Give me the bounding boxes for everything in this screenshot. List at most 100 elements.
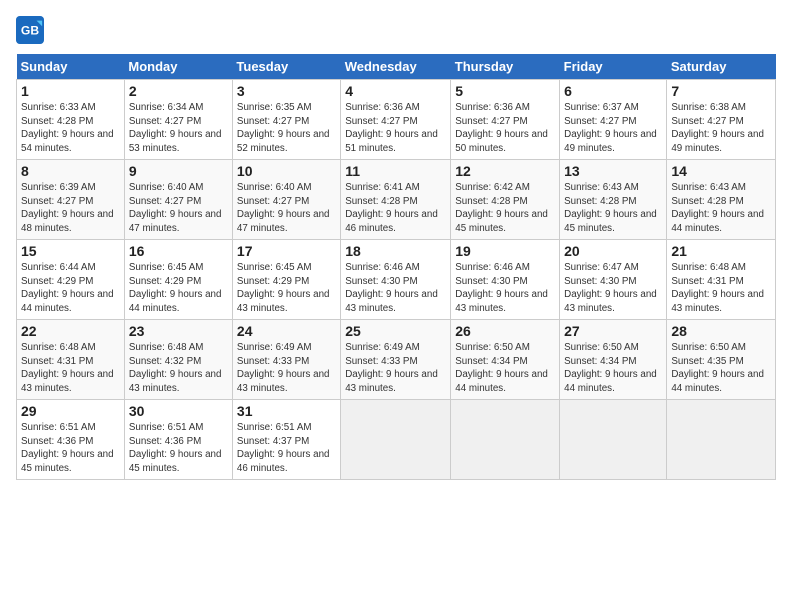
day-number: 12 — [455, 163, 555, 179]
day-info: Sunrise: 6:40 AMSunset: 4:27 PMDaylight:… — [237, 181, 336, 236]
day-info: Sunrise: 6:50 AMSunset: 4:35 PMDaylight:… — [671, 341, 771, 396]
week-row-1: 1 Sunrise: 6:33 AMSunset: 4:28 PMDayligh… — [17, 80, 776, 160]
svg-text:GB: GB — [21, 24, 39, 38]
day-number: 15 — [21, 243, 120, 259]
calendar-cell: 14 Sunrise: 6:43 AMSunset: 4:28 PMDaylig… — [667, 160, 776, 240]
calendar-cell — [560, 400, 667, 480]
day-info: Sunrise: 6:50 AMSunset: 4:34 PMDaylight:… — [564, 341, 662, 396]
day-number: 10 — [237, 163, 336, 179]
day-number: 29 — [21, 403, 120, 419]
day-number: 9 — [129, 163, 228, 179]
day-info: Sunrise: 6:39 AMSunset: 4:27 PMDaylight:… — [21, 181, 120, 236]
calendar-cell — [667, 400, 776, 480]
calendar-cell: 11 Sunrise: 6:41 AMSunset: 4:28 PMDaylig… — [341, 160, 451, 240]
day-number: 21 — [671, 243, 771, 259]
day-info: Sunrise: 6:46 AMSunset: 4:30 PMDaylight:… — [345, 261, 446, 316]
calendar-cell: 17 Sunrise: 6:45 AMSunset: 4:29 PMDaylig… — [232, 240, 340, 320]
day-number: 27 — [564, 323, 662, 339]
weekday-header-row: SundayMondayTuesdayWednesdayThursdayFrid… — [17, 54, 776, 80]
day-info: Sunrise: 6:49 AMSunset: 4:33 PMDaylight:… — [345, 341, 446, 396]
day-info: Sunrise: 6:48 AMSunset: 4:31 PMDaylight:… — [21, 341, 120, 396]
calendar-cell — [451, 400, 560, 480]
day-number: 16 — [129, 243, 228, 259]
day-number: 30 — [129, 403, 228, 419]
day-info: Sunrise: 6:44 AMSunset: 4:29 PMDaylight:… — [21, 261, 120, 316]
day-number: 18 — [345, 243, 446, 259]
day-info: Sunrise: 6:49 AMSunset: 4:33 PMDaylight:… — [237, 341, 336, 396]
day-number: 19 — [455, 243, 555, 259]
day-info: Sunrise: 6:38 AMSunset: 4:27 PMDaylight:… — [671, 101, 771, 156]
day-number: 5 — [455, 83, 555, 99]
logo: GB — [16, 16, 46, 44]
day-number: 2 — [129, 83, 228, 99]
week-row-3: 15 Sunrise: 6:44 AMSunset: 4:29 PMDaylig… — [17, 240, 776, 320]
weekday-monday: Monday — [124, 54, 232, 80]
calendar-container: GB SundayMondayTuesdayWednesdayThursdayF… — [0, 0, 792, 488]
weekday-saturday: Saturday — [667, 54, 776, 80]
day-number: 24 — [237, 323, 336, 339]
day-info: Sunrise: 6:51 AMSunset: 4:36 PMDaylight:… — [129, 421, 228, 476]
calendar-cell: 21 Sunrise: 6:48 AMSunset: 4:31 PMDaylig… — [667, 240, 776, 320]
calendar-table: SundayMondayTuesdayWednesdayThursdayFrid… — [16, 54, 776, 480]
calendar-cell: 15 Sunrise: 6:44 AMSunset: 4:29 PMDaylig… — [17, 240, 125, 320]
calendar-cell: 6 Sunrise: 6:37 AMSunset: 4:27 PMDayligh… — [560, 80, 667, 160]
day-number: 25 — [345, 323, 446, 339]
calendar-cell: 1 Sunrise: 6:33 AMSunset: 4:28 PMDayligh… — [17, 80, 125, 160]
day-number: 28 — [671, 323, 771, 339]
day-number: 8 — [21, 163, 120, 179]
logo-icon: GB — [16, 16, 44, 44]
day-info: Sunrise: 6:45 AMSunset: 4:29 PMDaylight:… — [237, 261, 336, 316]
day-info: Sunrise: 6:36 AMSunset: 4:27 PMDaylight:… — [455, 101, 555, 156]
calendar-cell: 19 Sunrise: 6:46 AMSunset: 4:30 PMDaylig… — [451, 240, 560, 320]
calendar-cell: 24 Sunrise: 6:49 AMSunset: 4:33 PMDaylig… — [232, 320, 340, 400]
day-info: Sunrise: 6:48 AMSunset: 4:31 PMDaylight:… — [671, 261, 771, 316]
day-info: Sunrise: 6:43 AMSunset: 4:28 PMDaylight:… — [564, 181, 662, 236]
day-number: 3 — [237, 83, 336, 99]
day-number: 23 — [129, 323, 228, 339]
week-row-4: 22 Sunrise: 6:48 AMSunset: 4:31 PMDaylig… — [17, 320, 776, 400]
day-number: 22 — [21, 323, 120, 339]
day-info: Sunrise: 6:47 AMSunset: 4:30 PMDaylight:… — [564, 261, 662, 316]
day-number: 31 — [237, 403, 336, 419]
week-row-5: 29 Sunrise: 6:51 AMSunset: 4:36 PMDaylig… — [17, 400, 776, 480]
header: GB — [16, 16, 776, 44]
calendar-cell: 10 Sunrise: 6:40 AMSunset: 4:27 PMDaylig… — [232, 160, 340, 240]
calendar-cell: 16 Sunrise: 6:45 AMSunset: 4:29 PMDaylig… — [124, 240, 232, 320]
day-number: 26 — [455, 323, 555, 339]
calendar-cell: 7 Sunrise: 6:38 AMSunset: 4:27 PMDayligh… — [667, 80, 776, 160]
calendar-cell: 29 Sunrise: 6:51 AMSunset: 4:36 PMDaylig… — [17, 400, 125, 480]
calendar-cell: 18 Sunrise: 6:46 AMSunset: 4:30 PMDaylig… — [341, 240, 451, 320]
calendar-cell: 13 Sunrise: 6:43 AMSunset: 4:28 PMDaylig… — [560, 160, 667, 240]
calendar-cell: 12 Sunrise: 6:42 AMSunset: 4:28 PMDaylig… — [451, 160, 560, 240]
day-number: 6 — [564, 83, 662, 99]
weekday-friday: Friday — [560, 54, 667, 80]
day-info: Sunrise: 6:41 AMSunset: 4:28 PMDaylight:… — [345, 181, 446, 236]
day-info: Sunrise: 6:40 AMSunset: 4:27 PMDaylight:… — [129, 181, 228, 236]
day-info: Sunrise: 6:37 AMSunset: 4:27 PMDaylight:… — [564, 101, 662, 156]
calendar-cell: 22 Sunrise: 6:48 AMSunset: 4:31 PMDaylig… — [17, 320, 125, 400]
weekday-tuesday: Tuesday — [232, 54, 340, 80]
calendar-cell: 23 Sunrise: 6:48 AMSunset: 4:32 PMDaylig… — [124, 320, 232, 400]
day-info: Sunrise: 6:51 AMSunset: 4:36 PMDaylight:… — [21, 421, 120, 476]
calendar-cell: 30 Sunrise: 6:51 AMSunset: 4:36 PMDaylig… — [124, 400, 232, 480]
day-info: Sunrise: 6:50 AMSunset: 4:34 PMDaylight:… — [455, 341, 555, 396]
calendar-cell: 3 Sunrise: 6:35 AMSunset: 4:27 PMDayligh… — [232, 80, 340, 160]
week-row-2: 8 Sunrise: 6:39 AMSunset: 4:27 PMDayligh… — [17, 160, 776, 240]
day-info: Sunrise: 6:46 AMSunset: 4:30 PMDaylight:… — [455, 261, 555, 316]
day-info: Sunrise: 6:36 AMSunset: 4:27 PMDaylight:… — [345, 101, 446, 156]
calendar-cell: 26 Sunrise: 6:50 AMSunset: 4:34 PMDaylig… — [451, 320, 560, 400]
day-number: 14 — [671, 163, 771, 179]
day-number: 1 — [21, 83, 120, 99]
day-number: 20 — [564, 243, 662, 259]
calendar-cell: 25 Sunrise: 6:49 AMSunset: 4:33 PMDaylig… — [341, 320, 451, 400]
day-info: Sunrise: 6:42 AMSunset: 4:28 PMDaylight:… — [455, 181, 555, 236]
weekday-sunday: Sunday — [17, 54, 125, 80]
day-info: Sunrise: 6:51 AMSunset: 4:37 PMDaylight:… — [237, 421, 336, 476]
day-number: 11 — [345, 163, 446, 179]
day-number: 17 — [237, 243, 336, 259]
calendar-cell: 20 Sunrise: 6:47 AMSunset: 4:30 PMDaylig… — [560, 240, 667, 320]
day-number: 13 — [564, 163, 662, 179]
day-info: Sunrise: 6:33 AMSunset: 4:28 PMDaylight:… — [21, 101, 120, 156]
weekday-wednesday: Wednesday — [341, 54, 451, 80]
calendar-cell: 4 Sunrise: 6:36 AMSunset: 4:27 PMDayligh… — [341, 80, 451, 160]
